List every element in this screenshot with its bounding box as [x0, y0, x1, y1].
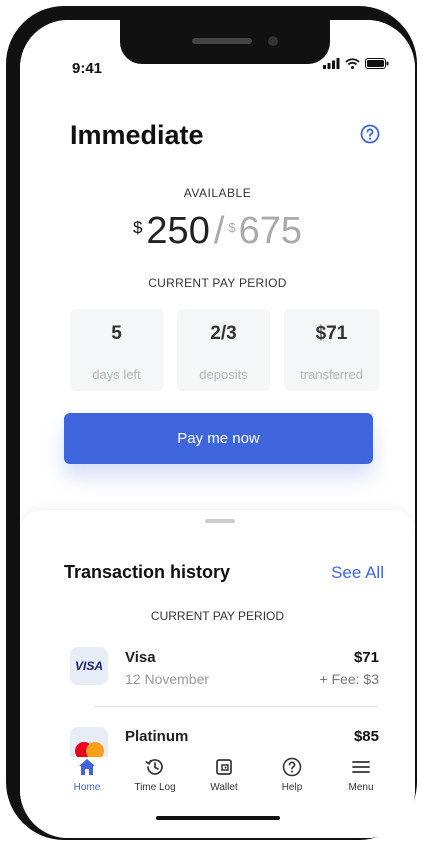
currency-symbol-total: $	[228, 220, 236, 235]
stat-value: $71	[315, 323, 348, 344]
stat-deposits: 2/3 deposits	[177, 309, 270, 391]
stat-value: 2/3	[210, 323, 237, 344]
stat-value: 5	[111, 323, 122, 344]
phone-frame: 9:41 Immediate AVAILABLE $ 250 / $675 CU…	[6, 6, 417, 840]
help-icon[interactable]	[360, 124, 380, 144]
wifi-icon	[345, 58, 360, 69]
transaction-name: Visa	[125, 649, 156, 666]
nav-label: Time Log	[134, 782, 176, 793]
volume-up-button	[6, 178, 14, 242]
nav-item-menu[interactable]: Menu	[326, 757, 396, 793]
available-label: AVAILABLE	[183, 186, 252, 200]
stat-transferred: $71 transferred	[284, 309, 379, 391]
amount-separator: /	[213, 210, 225, 252]
pay-period-label: CURRENT PAY PERIOD	[148, 276, 287, 290]
nav-item-home[interactable]: Home	[52, 757, 122, 793]
currency-symbol: $	[132, 218, 143, 237]
transaction-amount: $71	[353, 649, 379, 666]
history-icon	[145, 759, 163, 775]
status-time: 9:41	[72, 60, 103, 77]
home-indicator[interactable]	[156, 816, 280, 820]
bottom-nav: Home Time Log Wallet Help Menu	[20, 757, 415, 803]
transaction-name: Platinum	[125, 728, 189, 745]
mastercard-icon	[70, 727, 108, 757]
help-icon	[282, 757, 302, 777]
nav-item-help[interactable]: Help	[257, 757, 327, 793]
stat-label: transferred	[300, 367, 363, 382]
available-amount: 250	[146, 210, 210, 252]
nav-label: Help	[281, 782, 303, 793]
balance-amount: $250/$675	[20, 210, 415, 253]
battery-icon	[365, 58, 389, 69]
visa-card-icon: VISA	[70, 647, 108, 685]
list-divider	[94, 706, 378, 707]
screen: 9:41 Immediate AVAILABLE $ 250 / $675 CU…	[20, 20, 415, 838]
transaction-fee: + Fee: $3	[319, 671, 379, 687]
page-title: Immediate	[70, 120, 204, 150]
pay-me-now-button[interactable]: Pay me now	[64, 413, 373, 464]
speaker	[192, 38, 252, 44]
nav-label: Menu	[348, 782, 374, 793]
stat-label: deposits	[199, 367, 248, 382]
home-icon	[79, 759, 95, 775]
total-amount: 675	[238, 210, 303, 252]
mastercard-logo	[75, 742, 104, 757]
stat-label: days left	[92, 367, 141, 382]
status-icons	[323, 58, 389, 69]
nav-label: Home	[73, 782, 101, 793]
main-panel	[20, 20, 415, 560]
mute-switch	[6, 116, 14, 154]
visa-logo-text: VISA	[74, 659, 103, 673]
stat-days-left: 5 days left	[70, 309, 163, 391]
nav-item-wallet[interactable]: Wallet	[189, 757, 259, 793]
nav-label: Wallet	[210, 782, 238, 793]
volume-down-button	[6, 254, 14, 318]
notch	[120, 20, 330, 64]
transaction-date: 12 November	[125, 671, 210, 687]
signal-icon	[323, 58, 340, 69]
menu-icon	[352, 761, 370, 773]
transaction-list: VISA Visa 12 November $71 + Fee: $3 Plat…	[20, 510, 415, 757]
nav-item-time-log[interactable]: Time Log	[120, 757, 190, 793]
transaction-amount: $85	[353, 728, 379, 745]
camera	[268, 36, 278, 46]
wallet-icon	[216, 759, 232, 775]
